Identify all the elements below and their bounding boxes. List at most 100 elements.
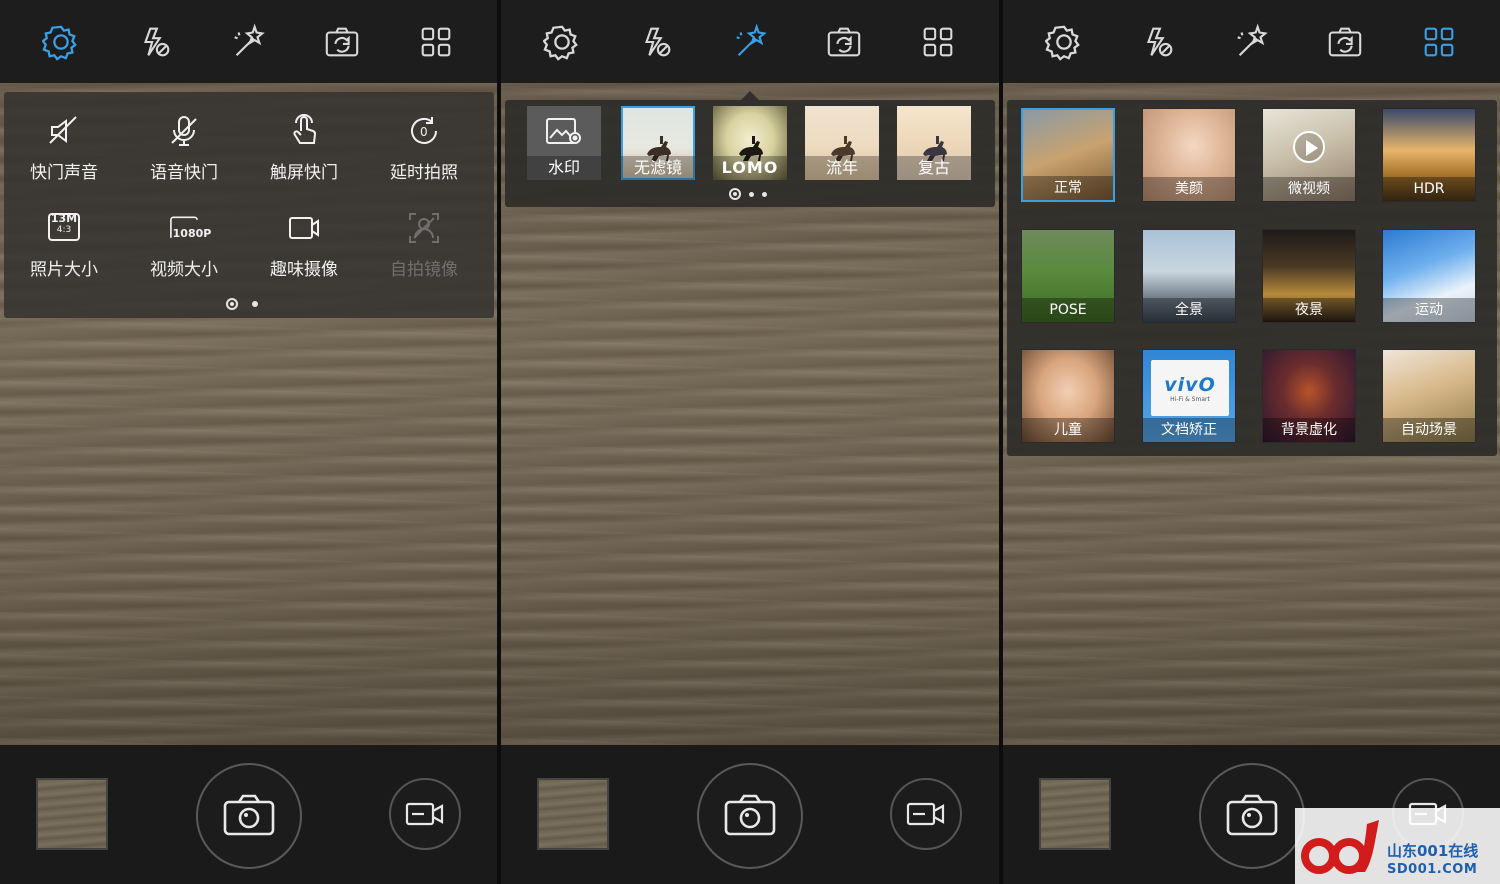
camera-shutter-icon	[724, 794, 776, 836]
site-watermark: 山东001在线 SD001.COM	[1295, 808, 1500, 884]
mode-label: 美颜	[1143, 177, 1235, 201]
magic-wand-icon	[736, 22, 767, 56]
video-size-badge: 1080P	[172, 227, 212, 240]
mode-sport[interactable]: 运动	[1382, 229, 1476, 323]
mode-night[interactable]: 夜景	[1262, 229, 1356, 323]
switch-camera-button[interactable]	[319, 19, 365, 65]
bottom-bar	[501, 745, 999, 884]
mode-label: 正常	[1023, 176, 1113, 200]
shutter-sound-toggle[interactable]: 快门声音	[4, 110, 124, 183]
mode-label: 微视频	[1263, 177, 1355, 201]
mode-panel: 正常 美颜 微视频 HDR POSE 全景 夜景 运动 儿童 vivO Hi-F…	[1007, 100, 1497, 456]
pager-dot-2[interactable]	[252, 301, 258, 307]
photo-size-badge-bottom: 4:3	[56, 225, 72, 235]
mode-beauty[interactable]: 美颜	[1142, 108, 1236, 202]
flash-tab-button[interactable]	[633, 19, 679, 65]
watermark-cn: 山东001在线	[1387, 842, 1479, 860]
camera-shutter-icon	[223, 794, 275, 836]
screen-filters: 水印 无滤镜 LOMO 流年 复古	[501, 0, 999, 884]
voice-shutter-label: 语音快门	[150, 163, 218, 183]
photo-size-setting[interactable]: 照片大小 13M 4:3	[4, 207, 124, 280]
filter-panel-caret	[741, 91, 759, 100]
flash-tab-button[interactable]	[1135, 19, 1181, 65]
mode-label: HDR	[1383, 177, 1475, 201]
mode-kids[interactable]: 儿童	[1021, 349, 1115, 443]
mode-bokeh[interactable]: 背景虚化	[1262, 349, 1356, 443]
mode-normal[interactable]: 正常	[1021, 108, 1115, 202]
fun-video-label: 趣味摄像	[270, 260, 338, 280]
pager-dot-1[interactable]	[226, 298, 238, 310]
pager-dot-1[interactable]	[729, 188, 741, 200]
filter-retro[interactable]: 复古	[897, 106, 971, 180]
voice-shutter-toggle[interactable]: 语音快门	[124, 110, 244, 183]
video-record-button[interactable]	[389, 778, 461, 850]
settings-gear-icon	[543, 25, 578, 61]
mode-label: 文档矫正	[1143, 418, 1235, 442]
mode-micro-video[interactable]: 微视频	[1262, 108, 1356, 202]
gallery-thumbnail[interactable]	[36, 778, 108, 850]
mode-pose[interactable]: POSE	[1021, 229, 1115, 323]
mode-tab-button[interactable]	[413, 19, 459, 65]
touch-shutter-toggle[interactable]: 触屏快门	[244, 110, 364, 183]
mode-label: 儿童	[1022, 418, 1114, 442]
fun-video-setting[interactable]: 趣味摄像	[244, 207, 364, 280]
switch-camera-button[interactable]	[1322, 19, 1368, 65]
flash-off-icon	[645, 27, 671, 56]
top-toolbar	[1003, 0, 1500, 83]
pager-dot-2[interactable]	[749, 191, 754, 197]
magic-wand-icon	[1237, 22, 1269, 56]
settings-tab-button[interactable]	[38, 19, 84, 65]
watermark-image-pin-icon	[546, 118, 581, 144]
mode-grid-icon	[1424, 27, 1454, 56]
sd001-logo	[1301, 820, 1379, 874]
filter-lomo[interactable]: LOMO	[713, 106, 787, 180]
filter-label: 流年	[805, 156, 879, 180]
filter-label: 水印	[527, 156, 601, 180]
filter-watermark[interactable]: 水印	[527, 106, 601, 180]
mode-panorama[interactable]: 全景	[1142, 229, 1236, 323]
video-record-button[interactable]	[890, 778, 962, 850]
fun-video-icon	[289, 217, 319, 239]
filter-none[interactable]: 无滤镜	[621, 106, 695, 180]
filter-panel: 水印 无滤镜 LOMO 流年 复古	[505, 100, 995, 207]
mode-label: 夜景	[1263, 298, 1355, 322]
self-timer-toggle[interactable]: 0 延时拍照	[364, 110, 484, 183]
selfie-mirror-icon	[409, 213, 439, 243]
switch-camera-button[interactable]	[821, 19, 867, 65]
shutter-button[interactable]	[1199, 763, 1305, 869]
mode-label: POSE	[1022, 298, 1114, 322]
shutter-sound-off-icon	[49, 116, 77, 144]
mode-auto-scene[interactable]: 自动场景	[1382, 349, 1476, 443]
settings-tab-button[interactable]	[1041, 19, 1087, 65]
gallery-thumbnail[interactable]	[537, 778, 609, 850]
filter-tab-button[interactable]	[727, 19, 773, 65]
filter-tab-button[interactable]	[1228, 19, 1274, 65]
shutter-button[interactable]	[697, 763, 803, 869]
filter-pager	[729, 188, 767, 200]
mode-tab-button[interactable]	[915, 19, 961, 65]
switch-camera-icon	[827, 27, 861, 56]
mode-document[interactable]: vivO Hi-Fi & Smart 文档矫正	[1142, 349, 1236, 443]
filter-liunian[interactable]: 流年	[805, 106, 879, 180]
doc-card-brand: vivO	[1164, 373, 1216, 396]
pager-dot-3[interactable]	[762, 191, 767, 197]
camera-shutter-icon	[1226, 794, 1278, 836]
filter-label: 无滤镜	[621, 156, 695, 180]
doc-card-tag: Hi-Fi & Smart	[1170, 395, 1210, 403]
mode-tab-button[interactable]	[1416, 19, 1462, 65]
settings-tab-button[interactable]	[539, 19, 585, 65]
gallery-thumbnail[interactable]	[1039, 778, 1111, 850]
filter-tab-button[interactable]	[225, 19, 271, 65]
flash-tab-button[interactable]	[132, 19, 178, 65]
screens-wrapper: 快门声音 语音快门 触屏快门 0 延时拍照 照片大小 13M 4:3 视频大小 …	[0, 0, 1500, 884]
switch-camera-icon	[1329, 27, 1362, 56]
mode-grid-icon	[923, 27, 953, 56]
mode-hdr[interactable]: HDR	[1382, 108, 1476, 202]
mode-label: 全景	[1143, 298, 1235, 322]
mode-label: 运动	[1383, 298, 1475, 322]
play-icon	[1293, 131, 1325, 163]
top-toolbar	[0, 0, 497, 83]
shutter-button[interactable]	[196, 763, 302, 869]
mode-label: 自动场景	[1383, 418, 1475, 442]
video-size-setting[interactable]: 视频大小 1080P	[124, 207, 244, 280]
